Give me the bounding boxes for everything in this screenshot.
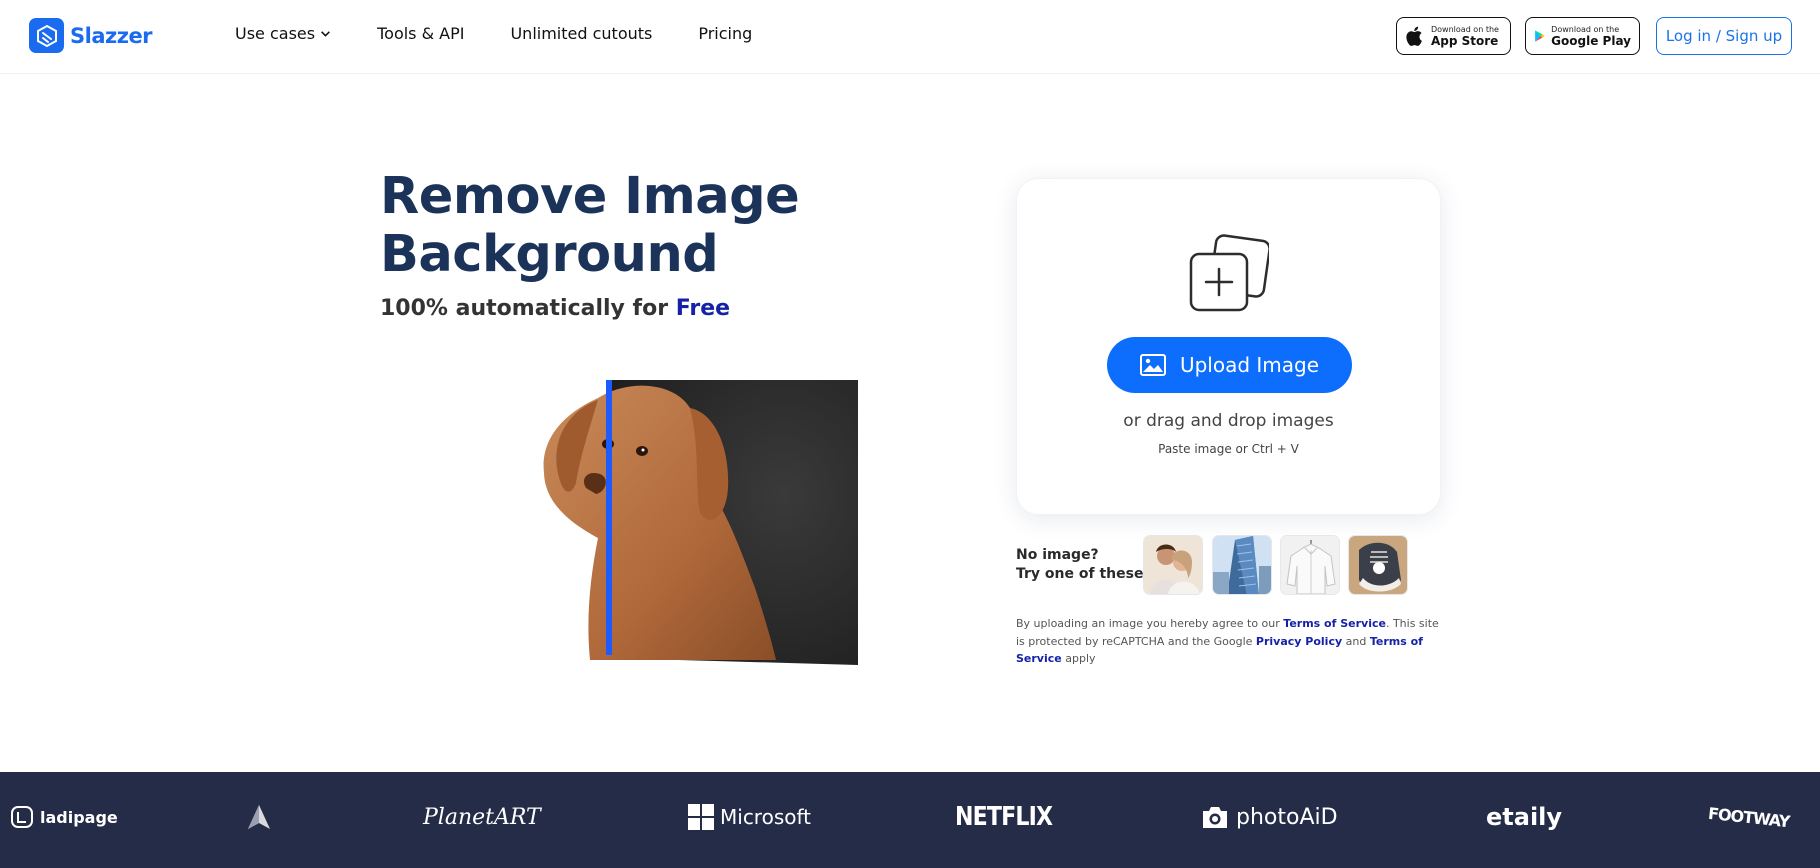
- brand-planetart: PlanetART: [423, 804, 541, 830]
- site-header: Slazzer Use cases Tools & API Unlimited …: [0, 0, 1820, 74]
- app-store-button[interactable]: Download on the App Store: [1396, 17, 1511, 55]
- upload-card[interactable]: Upload Image or drag and drop images Pas…: [1016, 178, 1441, 515]
- logo-icon: [29, 18, 64, 53]
- ladipage-logo-icon: [11, 806, 33, 828]
- brand-photoaid: photoAiD: [1200, 772, 1338, 862]
- camera-icon: [1203, 807, 1227, 828]
- brand-netflix: NETFLIX: [955, 802, 1053, 832]
- sample-image-building[interactable]: [1212, 535, 1272, 595]
- before-after-image: [540, 378, 858, 665]
- nav-tools-api[interactable]: Tools & API: [377, 24, 464, 43]
- privacy-policy-link[interactable]: Privacy Policy: [1256, 635, 1342, 648]
- free-highlight: Free: [675, 296, 731, 321]
- hero-subtitle: 100% automatically for Free: [380, 296, 731, 321]
- google-play-button[interactable]: Download on the Google Play: [1525, 17, 1640, 55]
- microsoft-logo-icon: [688, 804, 714, 830]
- image-icon: [1139, 354, 1166, 376]
- brand-ladipage: ladipage: [10, 772, 118, 862]
- apple-icon: [1406, 26, 1422, 46]
- logo-text: Slazzer: [70, 23, 153, 48]
- upload-image-button[interactable]: Upload Image: [1107, 337, 1352, 393]
- brand-etaily: etaily: [1486, 803, 1563, 831]
- add-image-icon: [1189, 234, 1271, 318]
- nav-use-cases[interactable]: Use cases: [235, 24, 331, 43]
- try-samples-label: No image? Try one of these:: [1016, 547, 1150, 582]
- drag-drop-text: or drag and drop images: [1123, 411, 1334, 431]
- google-play-icon: [1535, 30, 1545, 42]
- nav-pricing[interactable]: Pricing: [698, 24, 752, 43]
- brand-microsoft: Microsoft: [688, 772, 811, 862]
- hero-title: Remove Image Background: [380, 167, 800, 284]
- logo[interactable]: Slazzer: [29, 18, 153, 53]
- sample-image-shirt[interactable]: [1280, 535, 1340, 595]
- brand-arrow-logo: [247, 772, 271, 862]
- paste-hint: Paste image or Ctrl + V: [1158, 442, 1299, 456]
- chevron-down-icon: [321, 31, 330, 37]
- terms-of-service-link[interactable]: Terms of Service: [1283, 617, 1386, 630]
- brand-footway: FOOTWAY: [1707, 803, 1791, 831]
- nav-unlimited-cutouts[interactable]: Unlimited cutouts: [510, 24, 652, 43]
- arrow-logo-icon: [248, 805, 270, 829]
- sample-image-sneaker[interactable]: [1348, 535, 1408, 595]
- login-signup-button[interactable]: Log in / Sign up: [1656, 17, 1792, 55]
- main-nav: Use cases Tools & API Unlimited cutouts …: [235, 24, 752, 43]
- legal-notice: By uploading an image you hereby agree t…: [1016, 617, 1439, 665]
- sample-image-couple[interactable]: [1143, 535, 1203, 595]
- brands-strip: ladipage PlanetART Microsoft NETFLIX pho…: [0, 772, 1820, 868]
